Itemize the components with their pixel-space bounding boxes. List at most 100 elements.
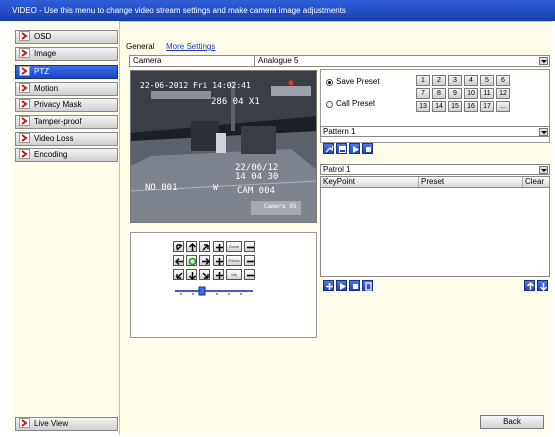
camera-label: Camera	[133, 56, 162, 65]
preset-button-10[interactable]: 10	[464, 88, 478, 99]
chevron-right-icon	[19, 148, 30, 159]
save-preset-label: Save Preset	[336, 77, 380, 86]
pan-down-right-button[interactable]	[199, 269, 210, 280]
chevron-down-icon[interactable]	[539, 57, 548, 65]
call-preset-label: Call Preset	[336, 99, 376, 108]
divider	[522, 177, 523, 187]
live-view-button[interactable]: Live View	[15, 417, 118, 431]
sidebar-item-label: Image	[34, 49, 57, 58]
preset-button-5[interactable]: 5	[480, 75, 494, 86]
patrol-table-header: KeyPoint Preset Clear	[321, 177, 549, 188]
chevron-right-icon	[19, 82, 30, 93]
tab-more-settings[interactable]: More Settings	[166, 42, 215, 51]
back-button[interactable]: Back	[480, 415, 544, 429]
iris-open-button[interactable]	[213, 269, 224, 280]
chevron-right-icon	[19, 115, 30, 126]
sidebar-item-video-loss[interactable]: Video Loss	[15, 132, 118, 146]
pan-left-button[interactable]	[173, 255, 184, 266]
preset-button-1[interactable]: 1	[416, 75, 430, 86]
pan-right-button[interactable]	[199, 255, 210, 266]
preset-button-more[interactable]: ...	[496, 101, 510, 112]
patrol-delete-button[interactable]	[362, 280, 373, 291]
pan-up-button[interactable]	[186, 241, 197, 252]
sidebar-item-tamper-proof[interactable]: Tamper-proof	[15, 115, 118, 129]
focus-near-button[interactable]	[213, 255, 224, 266]
pattern-record-button[interactable]	[323, 143, 334, 154]
column-header-keypoint: KeyPoint	[323, 177, 356, 186]
divider	[418, 177, 419, 187]
chevron-down-icon[interactable]	[539, 128, 548, 136]
video-w: W	[213, 183, 218, 192]
move-up-icon[interactable]	[524, 280, 535, 291]
preset-button-8[interactable]: 8	[432, 88, 446, 99]
sidebar-item-label: Encoding	[34, 150, 68, 159]
window-title: VIDEO - Use this menu to change video st…	[0, 0, 555, 21]
sidebar-item-encoding[interactable]: Encoding	[15, 148, 118, 162]
sidebar-item-label: Privacy Mask	[34, 100, 82, 109]
main-panel: General More Settings Camera Analogue 5 …	[119, 21, 552, 435]
preset-button-12[interactable]: 12	[496, 88, 510, 99]
save-preset-radio[interactable]	[326, 79, 333, 86]
patrol-add-button[interactable]	[323, 280, 334, 291]
pattern-play-button[interactable]	[349, 143, 360, 154]
video-no: NO 001	[145, 183, 178, 193]
focus-far-button[interactable]	[244, 255, 255, 266]
sidebar-item-label: Video Loss	[34, 134, 74, 143]
sidebar-item-privacy-mask[interactable]: Privacy Mask	[15, 98, 118, 112]
chevron-right-icon	[19, 65, 30, 76]
pan-down-button[interactable]	[186, 269, 197, 280]
move-down-icon[interactable]	[537, 280, 548, 292]
camera-image	[131, 71, 316, 222]
camera-value: Analogue 5	[258, 56, 299, 65]
pan-up-left-button[interactable]	[173, 241, 184, 252]
video-preview[interactable]: 22-06-2012 Fri 14:02:41 286 04 X1 22/06/…	[130, 70, 317, 223]
chevron-right-icon	[19, 30, 30, 41]
video-camera-label: Camera 05	[264, 203, 297, 210]
preset-button-6[interactable]: 6	[496, 75, 510, 86]
preset-button-16[interactable]: 16	[464, 101, 478, 112]
pattern-save-button[interactable]	[336, 143, 347, 154]
preset-button-14[interactable]: 14	[432, 101, 446, 112]
patrol-select[interactable]: Patrol 1	[320, 164, 550, 175]
chevron-down-icon[interactable]	[539, 166, 548, 174]
iris-close-button[interactable]	[244, 269, 255, 280]
preset-button-15[interactable]: 15	[448, 101, 462, 112]
pattern-label: Pattern 1	[323, 127, 356, 136]
patrol-play-button[interactable]	[336, 280, 347, 291]
sidebar-item-motion[interactable]: Motion	[15, 82, 118, 96]
pattern-stop-button[interactable]	[362, 143, 373, 154]
sidebar-item-osd[interactable]: OSD	[15, 30, 118, 44]
sidebar: OSD Image PTZ Motion Privacy Mask Tamper…	[14, 28, 119, 432]
video-datetime: 22-06-2012 Fri 14:02:41	[140, 81, 251, 90]
zoom-out-button[interactable]	[244, 241, 255, 252]
pan-down-left-button[interactable]	[173, 269, 184, 280]
preset-button-9[interactable]: 9	[448, 88, 462, 99]
preset-button-17[interactable]: 17	[480, 101, 494, 112]
ptz-control-panel: Zoom Focus Iris	[130, 232, 317, 338]
sidebar-item-ptz[interactable]: PTZ	[15, 65, 118, 79]
chevron-right-icon	[19, 47, 30, 58]
preset-button-2[interactable]: 2	[432, 75, 446, 86]
preset-button-11[interactable]: 11	[480, 88, 494, 99]
preset-button-4[interactable]: 4	[464, 75, 478, 86]
preset-button-13[interactable]: 13	[416, 101, 430, 112]
auto-scan-button[interactable]	[186, 255, 197, 266]
patrol-stop-button[interactable]	[349, 280, 360, 291]
pattern-select[interactable]: Pattern 1	[320, 126, 550, 137]
divider	[254, 56, 255, 66]
focus-label: Focus	[226, 255, 242, 266]
tab-general[interactable]: General	[126, 42, 154, 51]
camera-select[interactable]: Camera Analogue 5	[129, 55, 550, 67]
call-preset-radio[interactable]	[326, 101, 333, 108]
pan-up-right-button[interactable]	[199, 241, 210, 252]
speed-slider[interactable]	[173, 286, 255, 296]
chevron-right-icon	[19, 98, 30, 109]
sidebar-item-label: Motion	[34, 84, 59, 93]
preset-button-7[interactable]: 7	[416, 88, 430, 99]
sidebar-item-image[interactable]: Image	[15, 47, 118, 61]
patrol-table: KeyPoint Preset Clear	[320, 176, 550, 277]
preset-button-3[interactable]: 3	[448, 75, 462, 86]
zoom-in-button[interactable]	[213, 241, 224, 252]
sidebar-item-label: Tamper-proof	[34, 117, 82, 126]
column-header-clear: Clear	[525, 177, 545, 186]
